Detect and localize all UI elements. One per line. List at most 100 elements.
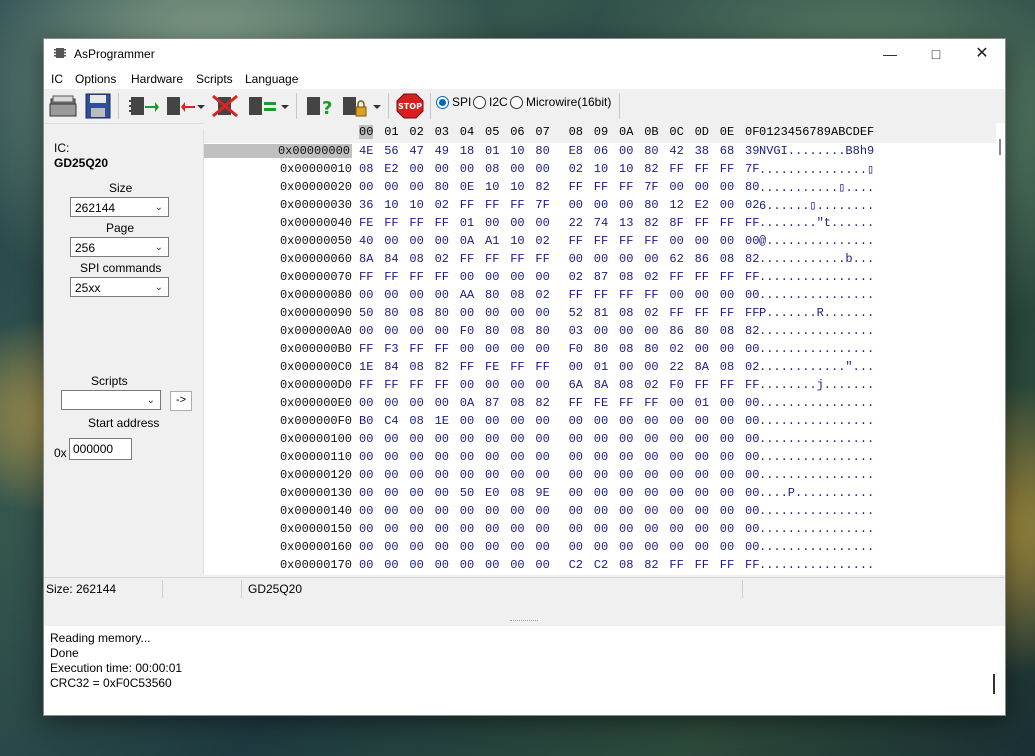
hex-byte[interactable]: 00 [409,234,423,248]
hex-byte[interactable]: 00 [435,234,449,248]
hex-byte[interactable]: 80 [644,144,658,158]
hex-byte[interactable]: 80 [485,288,499,302]
hex-byte[interactable]: 00 [485,306,499,320]
size-select[interactable]: 262144 ⌄ [70,197,169,217]
hex-byte[interactable]: 00 [569,252,583,266]
hex-byte[interactable]: 87 [594,270,608,284]
hex-byte[interactable]: 00 [460,270,474,284]
hex-byte[interactable]: 08 [485,162,499,176]
hex-byte[interactable]: 10 [594,162,608,176]
hex-byte[interactable]: 00 [644,522,658,536]
hex-byte[interactable]: FF [720,270,734,284]
hex-byte[interactable]: 0A [460,234,474,248]
hex-byte[interactable]: F0 [569,342,583,356]
hex-byte[interactable]: 00 [644,504,658,518]
hex-byte[interactable]: 00 [485,450,499,464]
write-chip-icon[interactable] [164,93,196,119]
hex-byte[interactable]: 82 [644,558,658,572]
hex-byte[interactable]: 00 [745,450,759,464]
hex-byte[interactable]: FF [485,198,499,212]
hex-editor[interactable]: 00 01 02 03 04 05 06 07 08 09 0A 0B 0C 0D 0E 0F 01234567… [204,123,996,575]
hex-byte[interactable]: 00 [485,558,499,572]
hex-byte[interactable]: 00 [594,414,608,428]
hex-byte[interactable]: 00 [720,450,734,464]
page-select[interactable]: 256 ⌄ [70,237,169,257]
hex-byte[interactable]: 00 [594,468,608,482]
hex-byte[interactable]: FF [669,306,683,320]
ascii-cell[interactable]: ................ [759,522,874,536]
hex-byte[interactable]: 00 [510,540,524,554]
hex-scrollbar[interactable] [996,123,1005,575]
hex-byte[interactable]: 02 [644,306,658,320]
hex-byte[interactable]: 00 [535,558,549,572]
hex-byte[interactable]: 00 [485,504,499,518]
hex-byte[interactable]: 00 [745,288,759,302]
hex-byte[interactable]: FF [510,252,524,266]
hex-byte[interactable]: 10 [510,180,524,194]
menu-scripts[interactable]: Scripts [196,72,233,86]
hex-byte[interactable]: FF [644,396,658,410]
hex-byte[interactable]: 52 [569,306,583,320]
hex-byte[interactable]: 49 [435,144,449,158]
hex-byte[interactable]: 80 [745,180,759,194]
hex-byte[interactable]: 00 [460,522,474,536]
hex-byte[interactable]: 02 [569,162,583,176]
hex-byte[interactable]: 86 [669,324,683,338]
hex-byte[interactable]: 00 [695,180,709,194]
protection-lock-icon[interactable] [340,93,370,119]
hex-byte[interactable]: C2 [569,558,583,572]
ascii-cell[interactable]: ............"... [759,360,874,374]
hex-byte[interactable]: 8A [594,378,608,392]
hex-byte[interactable]: 00 [745,504,759,518]
hex-byte[interactable]: 08 [510,396,524,410]
hex-byte[interactable]: 80 [535,324,549,338]
hex-byte[interactable]: 00 [695,522,709,536]
hex-byte[interactable]: 00 [535,504,549,518]
ascii-cell[interactable]: ........"t...... [759,216,874,230]
hex-byte[interactable]: 10 [510,234,524,248]
hex-byte[interactable]: 82 [644,216,658,230]
hex-byte[interactable]: 00 [695,486,709,500]
hex-byte[interactable]: 0E [460,180,474,194]
hex-byte[interactable]: FF [745,378,759,392]
hex-byte[interactable]: 18 [460,144,474,158]
hex-byte[interactable]: 06 [594,144,608,158]
hex-byte[interactable]: 02 [644,270,658,284]
hex-byte[interactable]: 81 [594,306,608,320]
hex-byte[interactable]: 00 [384,432,398,446]
hex-byte[interactable]: 00 [535,342,549,356]
hex-byte[interactable]: 40 [359,234,373,248]
hex-byte[interactable]: 00 [569,522,583,536]
hex-byte[interactable]: FF [460,360,474,374]
hex-byte[interactable]: 00 [409,504,423,518]
hex-byte[interactable]: 08 [510,486,524,500]
hex-byte[interactable]: 00 [485,414,499,428]
hex-byte[interactable]: 56 [384,144,398,158]
hex-byte[interactable]: 00 [535,378,549,392]
hex-byte[interactable]: 86 [695,252,709,266]
hex-byte[interactable]: E2 [695,198,709,212]
close-button[interactable]: ✕ [959,39,1005,69]
hex-byte[interactable]: 00 [745,540,759,554]
lock-dropdown-chevron-icon[interactable] [372,93,382,119]
hex-byte[interactable]: 82 [435,360,449,374]
hex-byte[interactable]: FF [435,216,449,230]
hex-byte[interactable]: FF [695,306,709,320]
hex-byte[interactable]: 08 [619,378,633,392]
hex-byte[interactable]: 00 [384,486,398,500]
hex-byte[interactable]: FF [619,396,633,410]
hex-byte[interactable]: 00 [569,540,583,554]
hex-byte[interactable]: 22 [669,360,683,374]
scripts-select[interactable]: ⌄ [61,390,161,410]
hex-byte[interactable]: 00 [594,252,608,266]
hex-byte[interactable]: 00 [720,468,734,482]
hex-byte[interactable]: 12 [669,198,683,212]
hex-byte[interactable]: FE [594,396,608,410]
hex-byte[interactable]: 08 [619,558,633,572]
hex-byte[interactable]: 00 [535,270,549,284]
hex-byte[interactable]: 00 [460,342,474,356]
hex-byte[interactable]: 00 [745,522,759,536]
hex-byte[interactable]: 00 [535,468,549,482]
hex-byte[interactable]: 84 [384,360,398,374]
hex-byte[interactable]: 9E [535,486,549,500]
